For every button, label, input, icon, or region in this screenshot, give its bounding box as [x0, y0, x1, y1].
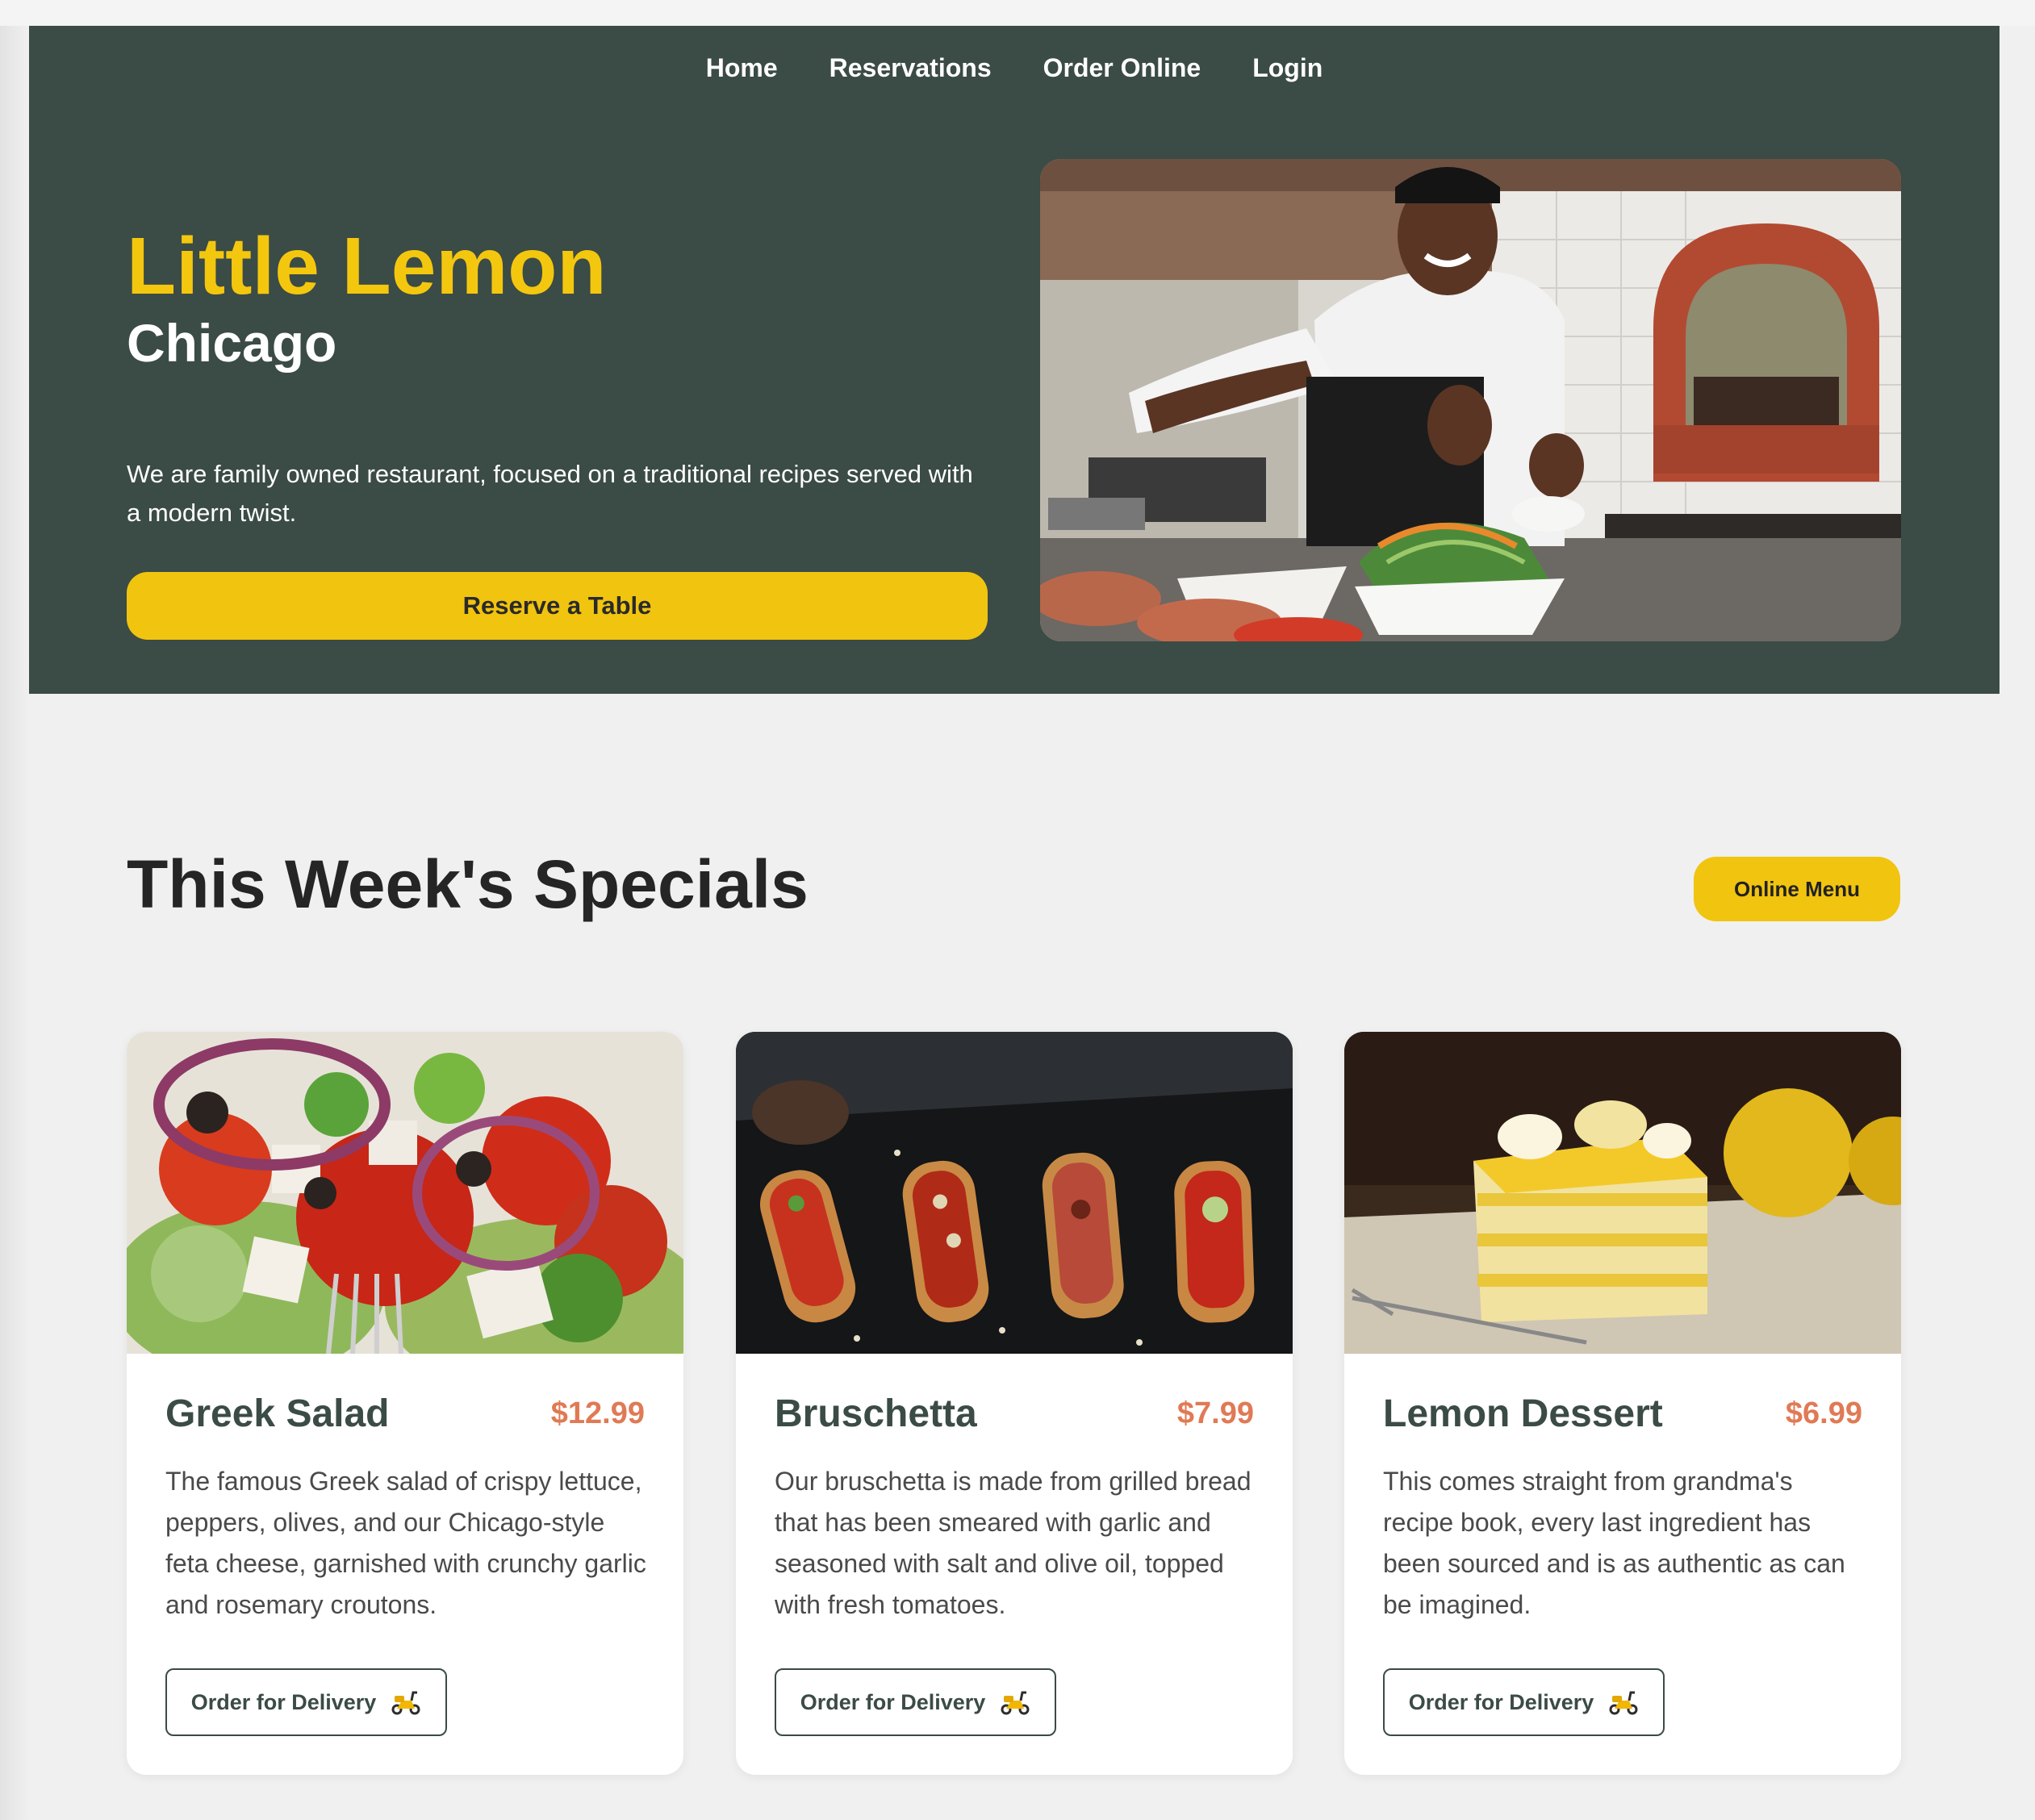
- bruschetta-image: [736, 1032, 1293, 1354]
- hero-section: Home Reservations Order Online Login Lit…: [29, 26, 1999, 694]
- special-price: $6.99: [1785, 1396, 1862, 1430]
- hero-chef-image: [1040, 159, 1901, 641]
- hero-subtitle: Chicago: [127, 313, 337, 373]
- lemon-dessert-image: [1344, 1032, 1901, 1354]
- nav-login[interactable]: Login: [1252, 53, 1323, 83]
- order-delivery-button[interactable]: Order for Delivery: [165, 1668, 447, 1736]
- nav-home[interactable]: Home: [706, 53, 778, 83]
- order-delivery-button[interactable]: Order for Delivery: [1383, 1668, 1665, 1736]
- special-name: Bruschetta: [775, 1392, 977, 1435]
- special-card-bruschetta: Bruschetta $7.99 Our bruschetta is made …: [736, 1032, 1293, 1775]
- special-description: This comes straight from grandma's recip…: [1383, 1467, 1845, 1619]
- order-delivery-label: Order for Delivery: [190, 1689, 377, 1714]
- greek-salad-image: [127, 1032, 683, 1354]
- special-price: $12.99: [550, 1396, 645, 1430]
- order-delivery-button[interactable]: Order for Delivery: [775, 1668, 1056, 1736]
- order-delivery-label: Order for Delivery: [1408, 1689, 1594, 1714]
- nav-order-online[interactable]: Order Online: [1043, 53, 1201, 83]
- order-delivery-label: Order for Delivery: [800, 1689, 986, 1714]
- scooter-icon: [391, 1691, 420, 1715]
- special-name: Lemon Dessert: [1383, 1392, 1663, 1435]
- scooter-icon: [1609, 1691, 1638, 1715]
- main-nav: Home Reservations Order Online Login: [29, 53, 1999, 83]
- special-description: Our bruschetta is made from grilled brea…: [775, 1467, 1252, 1619]
- online-menu-button[interactable]: Online Menu: [1694, 857, 1900, 921]
- specials-title: This Week's Specials: [127, 846, 809, 922]
- scooter-icon: [1001, 1691, 1030, 1715]
- special-price: $7.99: [1176, 1396, 1254, 1430]
- special-description: The famous Greek salad of crispy lettuce…: [165, 1467, 646, 1619]
- hero-description: We are family owned restaurant, focused …: [127, 460, 973, 527]
- reserve-table-button[interactable]: Reserve a Table: [127, 572, 988, 640]
- special-name: Greek Salad: [165, 1392, 390, 1435]
- hero-title: Little Lemon: [127, 221, 607, 311]
- special-card-greek-salad: Greek Salad $12.99 The famous Greek sala…: [127, 1032, 683, 1775]
- window-left-edge: [0, 0, 29, 1820]
- special-card-lemon-dessert: Lemon Dessert $6.99 This comes straight …: [1344, 1032, 1901, 1775]
- nav-reservations[interactable]: Reservations: [829, 53, 992, 83]
- page-top-margin: [0, 0, 2035, 26]
